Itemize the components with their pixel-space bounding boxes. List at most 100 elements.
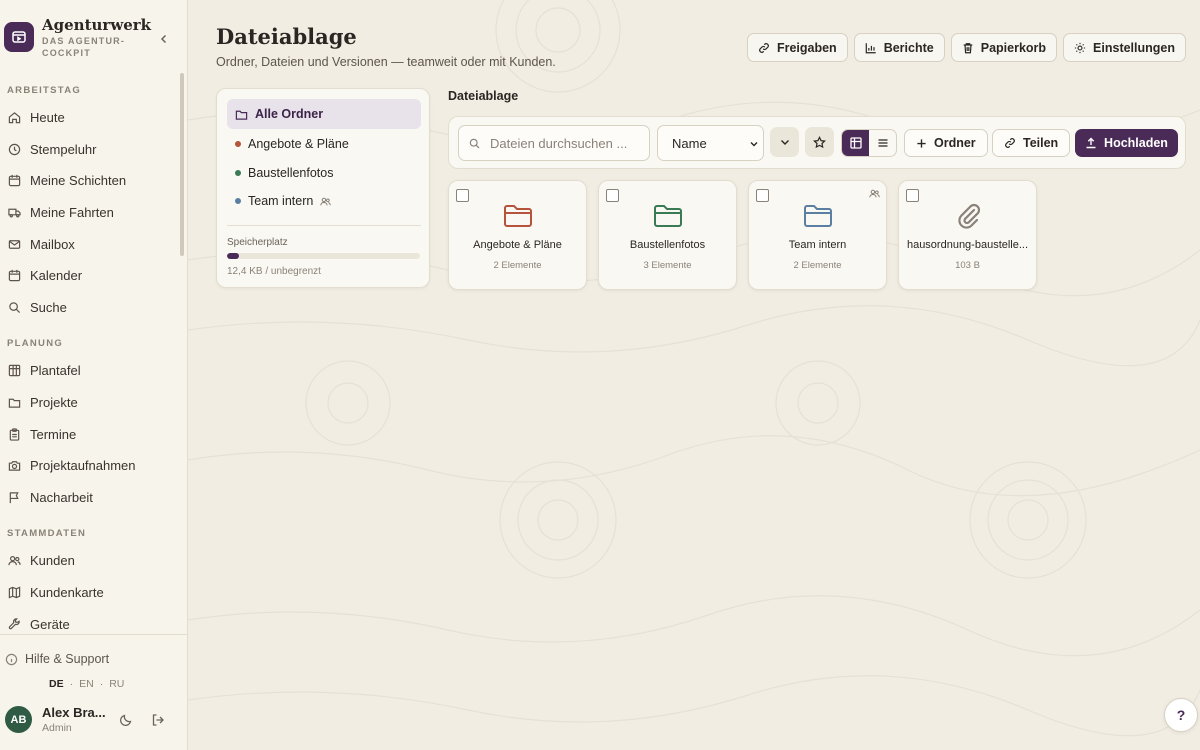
item-name: Baustellenfotos (629, 239, 706, 251)
button-label: Teilen (1023, 136, 1059, 150)
sidebar-item-termine[interactable]: Termine (0, 418, 188, 450)
mail-icon (8, 239, 21, 249)
sidebar-item-kalender[interactable]: Kalender (0, 260, 188, 292)
select-checkbox[interactable] (606, 189, 619, 202)
sidebar-item-nacharbeit[interactable]: Nacharbeit (0, 482, 188, 514)
sort-value: Name (672, 135, 707, 151)
select-checkbox[interactable] (906, 189, 919, 202)
sidebar-item-label: Stempeluhr (30, 141, 97, 157)
sidebar-item-projekte[interactable]: Projekte (0, 387, 188, 419)
language-option-de[interactable]: DE (49, 678, 64, 690)
share-button[interactable]: Teilen (992, 129, 1071, 157)
sidebar-item-label: Kundenkarte (30, 585, 104, 601)
sidebar-item-stempeluhr[interactable]: Stempeluhr (0, 134, 188, 166)
link-icon (1005, 138, 1015, 148)
grid-view-button[interactable] (842, 130, 869, 156)
brand: Agenturwerk DAS AGENTUR-COCKPIT (4, 14, 184, 64)
trash-icon (963, 42, 973, 53)
home-icon (8, 112, 21, 124)
button-label: Einstellungen (1093, 40, 1175, 55)
upload-icon (1086, 137, 1096, 149)
papierkorb-button[interactable]: Papierkorb (950, 33, 1058, 62)
storage-usage-text: 12,4 KB / unbegrenzt (227, 266, 321, 277)
section-title: Dateiablage (448, 89, 519, 103)
sidebar-item-mailbox[interactable]: Mailbox (0, 228, 188, 260)
file-card-hausordnung[interactable]: hausordnung-baustelle... 103 B (898, 180, 1037, 290)
sidebar-item-projektaufnahmen[interactable]: Projektaufnahmen (0, 450, 188, 482)
sidebar-item-meine-schichten[interactable]: Meine Schichten (0, 165, 188, 197)
file-toolbar: Name Ordner Teilen Hochladen (448, 116, 1186, 169)
logout-icon[interactable] (151, 713, 165, 727)
sidebar-item-meine-fahrten[interactable]: Meine Fahrten (0, 197, 188, 229)
einstellungen-button[interactable]: Einstellungen (1063, 33, 1186, 62)
moon-icon[interactable] (119, 713, 133, 727)
clock-icon (8, 143, 21, 156)
sidebar-item-plantafel[interactable]: Plantafel (0, 355, 188, 387)
sidebar-item-label: Termine (30, 426, 77, 442)
item-name: Team intern (788, 239, 847, 251)
sort-select[interactable]: Name (657, 125, 764, 161)
favorites-filter-button[interactable] (805, 127, 834, 157)
shared-users-icon (320, 197, 332, 205)
sidebar-item-label: Geräte (30, 616, 70, 632)
sort-direction-button[interactable] (770, 127, 799, 157)
folder-item-baustellenfotos[interactable]: Baustellenfotos (227, 158, 421, 188)
paperclip-icon (952, 201, 984, 231)
collapse-sidebar-button[interactable] (156, 31, 172, 47)
folder-item-label: Team intern (248, 194, 314, 208)
folder-item-angebote[interactable]: Angebote & Pläne (227, 129, 421, 159)
star-icon (813, 135, 826, 148)
folder-item-team-intern[interactable]: Team intern (227, 186, 421, 216)
help-button[interactable]: ? (1164, 698, 1198, 732)
user-role: Admin (42, 722, 72, 734)
folder-card-baustellenfotos[interactable]: Baustellenfotos 3 Elemente (598, 180, 737, 290)
folder-card-angebote[interactable]: Angebote & Pläne 2 Elemente (448, 180, 587, 290)
sidebar-item-kundenkarte[interactable]: Kundenkarte (0, 577, 188, 609)
berichte-button[interactable]: Berichte (853, 33, 945, 62)
bar-chart-icon (865, 42, 876, 53)
chevron-down-icon (780, 140, 789, 145)
brand-name: Agenturwerk (42, 16, 152, 34)
search-box (458, 125, 650, 161)
select-checkbox[interactable] (756, 189, 769, 202)
freigaben-button[interactable]: Freigaben (746, 33, 848, 62)
avatar[interactable]: AB (5, 706, 32, 733)
select-checkbox[interactable] (456, 189, 469, 202)
search-input[interactable] (459, 126, 649, 160)
sidebar-item-heute[interactable]: Heute (0, 102, 188, 134)
button-label: Berichte (883, 40, 934, 55)
help-label: Hilfe & Support (25, 652, 110, 666)
item-meta: 2 Elemente (493, 260, 542, 271)
users-icon (8, 556, 21, 566)
divider (227, 225, 421, 226)
help-support-link[interactable]: Hilfe & Support (5, 652, 109, 666)
separator-dot: · (69, 678, 74, 690)
sidebar-item-kunden[interactable]: Kunden (0, 545, 188, 577)
folder-color-dot (235, 198, 241, 204)
folder-color-dot (235, 141, 241, 147)
sidebar-item-label: Kalender (30, 268, 83, 284)
folder-card-team-intern[interactable]: Team intern 2 Elemente (748, 180, 887, 290)
folder-item-label: Angebote & Pläne (248, 137, 349, 151)
list-view-button[interactable] (869, 130, 896, 156)
folder-color-dot (235, 170, 241, 176)
language-option-en[interactable]: EN (79, 678, 94, 690)
sidebar-item-label: Meine Fahrten (30, 205, 114, 221)
language-option-ru[interactable]: RU (109, 678, 124, 690)
sidebar-item-suche[interactable]: Suche (0, 292, 188, 324)
folder-item-alle-ordner[interactable]: Alle Ordner (227, 99, 421, 129)
folder-item-label: Alle Ordner (255, 107, 324, 121)
app-logo-icon[interactable] (4, 22, 34, 52)
new-folder-button[interactable]: Ordner (904, 129, 988, 157)
page-subtitle: Ordner, Dateien und Versionen — teamweit… (216, 55, 556, 69)
chevron-down-icon (750, 142, 758, 147)
chevron-left-icon (160, 34, 167, 44)
button-label: Papierkorb (980, 40, 1047, 55)
sidebar-item-geraete[interactable]: Geräte (0, 608, 188, 636)
upload-button[interactable]: Hochladen (1075, 129, 1178, 157)
nav-section-title: PLANUNG (7, 338, 64, 350)
sidebar-nav[interactable]: ARBEITSTAG Heute Stempeluhr Meine Schich… (0, 80, 188, 636)
item-name: hausordnung-baustelle... (906, 239, 1029, 251)
item-meta: 3 Elemente (643, 260, 692, 271)
sidebar-scrollbar[interactable] (180, 73, 184, 256)
